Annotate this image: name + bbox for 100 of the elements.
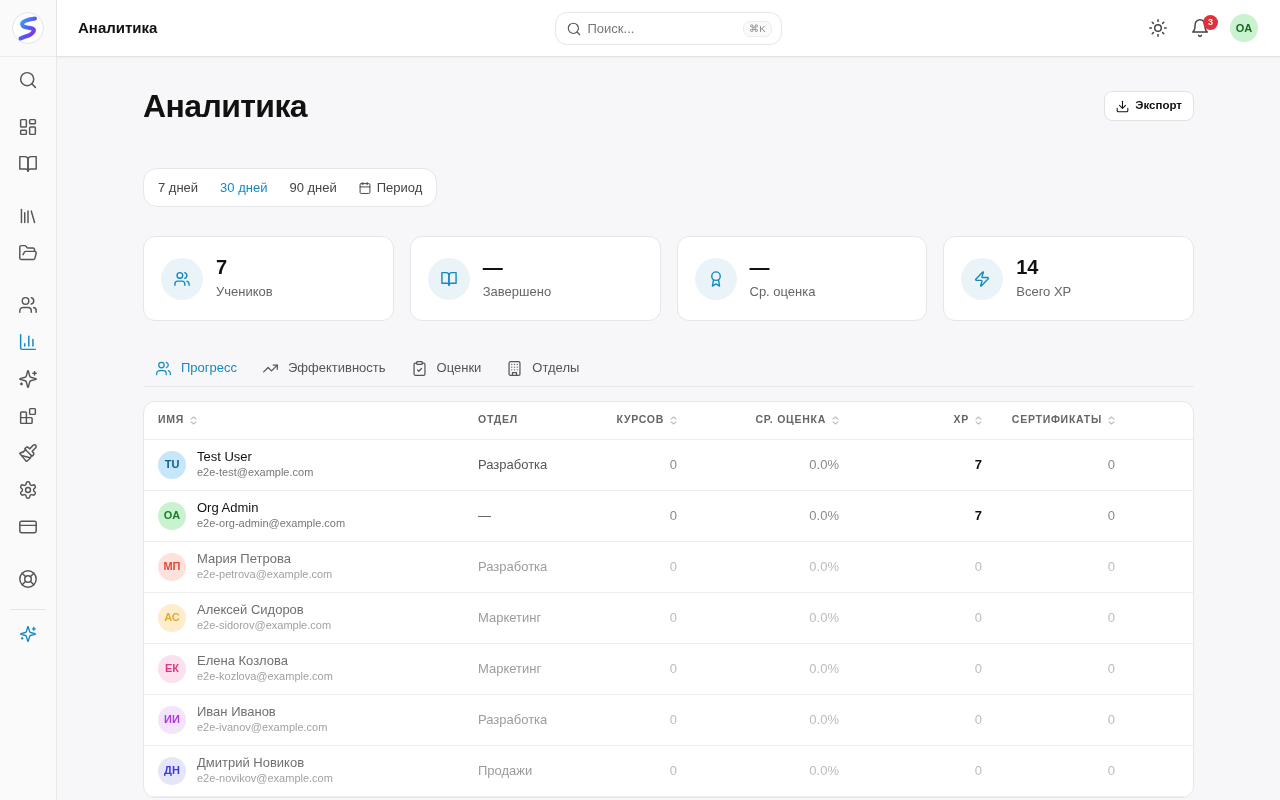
user-name: Дмитрий Новиков	[197, 755, 306, 771]
search-icon	[566, 21, 581, 36]
period-option[interactable]: 90 дней	[278, 169, 348, 206]
user-avatar: TU	[158, 450, 186, 479]
sort-icon	[670, 415, 677, 425]
table-cell: 0.0%	[691, 439, 853, 490]
user-email: e2e-sidorov@example.com	[197, 618, 332, 633]
users-icon	[19, 296, 37, 314]
user-avatar: ДН	[158, 756, 186, 785]
sparkles-icon	[19, 370, 37, 388]
book-icon	[19, 155, 37, 173]
stat-value: —	[482, 255, 504, 280]
table-cell: Маркетинг	[464, 643, 591, 694]
table-cell: 0	[853, 694, 996, 745]
award-ribbon-icon	[694, 257, 737, 300]
table-cell: 0	[996, 694, 1129, 745]
lifebuoy-icon	[19, 570, 37, 588]
export-button[interactable]: Экспорт	[1104, 91, 1194, 121]
brush-icon	[19, 444, 37, 462]
table-cell: 0	[853, 643, 996, 694]
table-cell: 0.0%	[691, 592, 853, 643]
table-cell: Разработка	[464, 541, 591, 592]
table-cell: Продажи	[464, 745, 591, 796]
table-cell: 0	[591, 592, 691, 643]
logo-icon	[12, 12, 44, 44]
column-header[interactable]: XP	[953, 412, 982, 429]
user-name: Org Admin	[197, 500, 260, 516]
tab[interactable]: Оценки	[398, 350, 495, 386]
user-name: Test User	[197, 449, 253, 465]
clipboard-check-icon	[411, 360, 427, 376]
table-cell: 0.0%	[691, 490, 853, 541]
credit-card-icon	[19, 518, 37, 536]
stat-label: Всего XP	[1016, 283, 1072, 302]
table-cell: 7	[853, 439, 996, 490]
table-cell: 0	[591, 541, 691, 592]
notifications-button[interactable]: 3	[1184, 12, 1216, 44]
period-option[interactable]: 30 дней	[209, 169, 279, 206]
user-avatar: ИИ	[158, 705, 186, 734]
table-cell: 0	[996, 745, 1129, 796]
table-row[interactable]: ДН Дмитрий Новиков e2e-novikov@example.com Продажи 0 0.0% 0 0	[144, 745, 1193, 796]
table-cell: 0	[996, 592, 1129, 643]
page-title: Аналитика	[143, 87, 307, 126]
table-cell: 0.0%	[691, 541, 853, 592]
table-cell: Разработка	[464, 694, 591, 745]
users-icon	[156, 360, 171, 376]
table-row[interactable]: ЕК Елена Козлова e2e-kozlova@example.com Маркетинг 0 0.0% 0 0	[144, 643, 1193, 694]
tab[interactable]: Прогресс	[143, 350, 250, 386]
book-icon	[427, 257, 470, 300]
sort-icon	[190, 415, 198, 425]
bar-chart-icon	[19, 333, 37, 351]
table-cell: 0	[996, 490, 1129, 541]
table-cell: 0	[591, 694, 691, 745]
stat-label: Завершено	[482, 283, 552, 302]
user-email: e2e-org-admin@example.com	[197, 516, 346, 531]
column-header[interactable]: КУРСОВ	[616, 412, 677, 429]
period-option[interactable]: Период	[347, 169, 434, 206]
table-cell: 0.0%	[691, 694, 853, 745]
tab[interactable]: Эффективность	[250, 350, 399, 386]
tab[interactable]: Отделы	[494, 350, 593, 386]
table-row[interactable]: TU Test User e2e-test@example.com Разработка 0 0.0% 7 0	[144, 439, 1193, 490]
user-name: Иван Иванов	[197, 704, 277, 720]
sort-icon	[975, 415, 982, 425]
user-avatar[interactable]: OA	[1230, 14, 1258, 42]
period-option[interactable]: 7 дней	[147, 169, 210, 206]
grid-icon	[19, 118, 37, 136]
column-header[interactable]: СЕРТИФИКАТЫ	[1011, 412, 1115, 429]
stat-label: Учеников	[216, 283, 273, 302]
column-header[interactable]: ИМЯ	[158, 412, 198, 429]
table-row[interactable]: АС Алексей Сидоров e2e-sidorov@example.com Маркетинг 0 0.0% 0 0	[144, 592, 1193, 643]
user-name: Елена Козлова	[197, 653, 289, 669]
table-cell: 0	[853, 592, 996, 643]
table-cell: 0	[591, 745, 691, 796]
building-icon	[507, 360, 523, 376]
user-email: e2e-test@example.com	[197, 465, 314, 480]
user-email: e2e-petrova@example.com	[197, 567, 333, 582]
folder-icon	[19, 244, 37, 262]
table-cell: 0	[996, 439, 1129, 490]
table-cell: 0	[591, 439, 691, 490]
table-cell: 0	[996, 643, 1129, 694]
stat-value: 7	[216, 255, 229, 280]
table-cell: 0	[591, 643, 691, 694]
user-email: e2e-kozlova@example.com	[197, 669, 333, 684]
table-cell: 7	[853, 490, 996, 541]
table-cell: 0	[591, 490, 691, 541]
table-cell: 0	[853, 745, 996, 796]
table-cell: 0.0%	[691, 745, 853, 796]
table-row[interactable]: OA Org Admin e2e-org-admin@example.com — 0 0.0% 7 0	[144, 490, 1193, 541]
table-row[interactable]: ИИ Иван Иванов e2e-ivanov@example.com Разработка 0 0.0% 0 0	[144, 694, 1193, 745]
user-name: Мария Петрова	[197, 551, 292, 567]
sort-icon	[1108, 415, 1115, 425]
column-header: ОТДЕЛ	[478, 412, 518, 428]
stat-value: 14	[1016, 255, 1040, 280]
blocks-icon	[19, 407, 37, 425]
settings-icon	[19, 481, 37, 499]
table-cell: Разработка	[464, 439, 591, 490]
column-header[interactable]: СР. ОЦЕНКА	[755, 412, 839, 429]
table-cell: 0.0%	[691, 643, 853, 694]
user-avatar: АС	[158, 603, 186, 632]
table-row[interactable]: МП Мария Петрова e2e-petrova@example.com Разработка 0 0.0% 0 0	[144, 541, 1193, 592]
download-icon	[1116, 99, 1130, 113]
